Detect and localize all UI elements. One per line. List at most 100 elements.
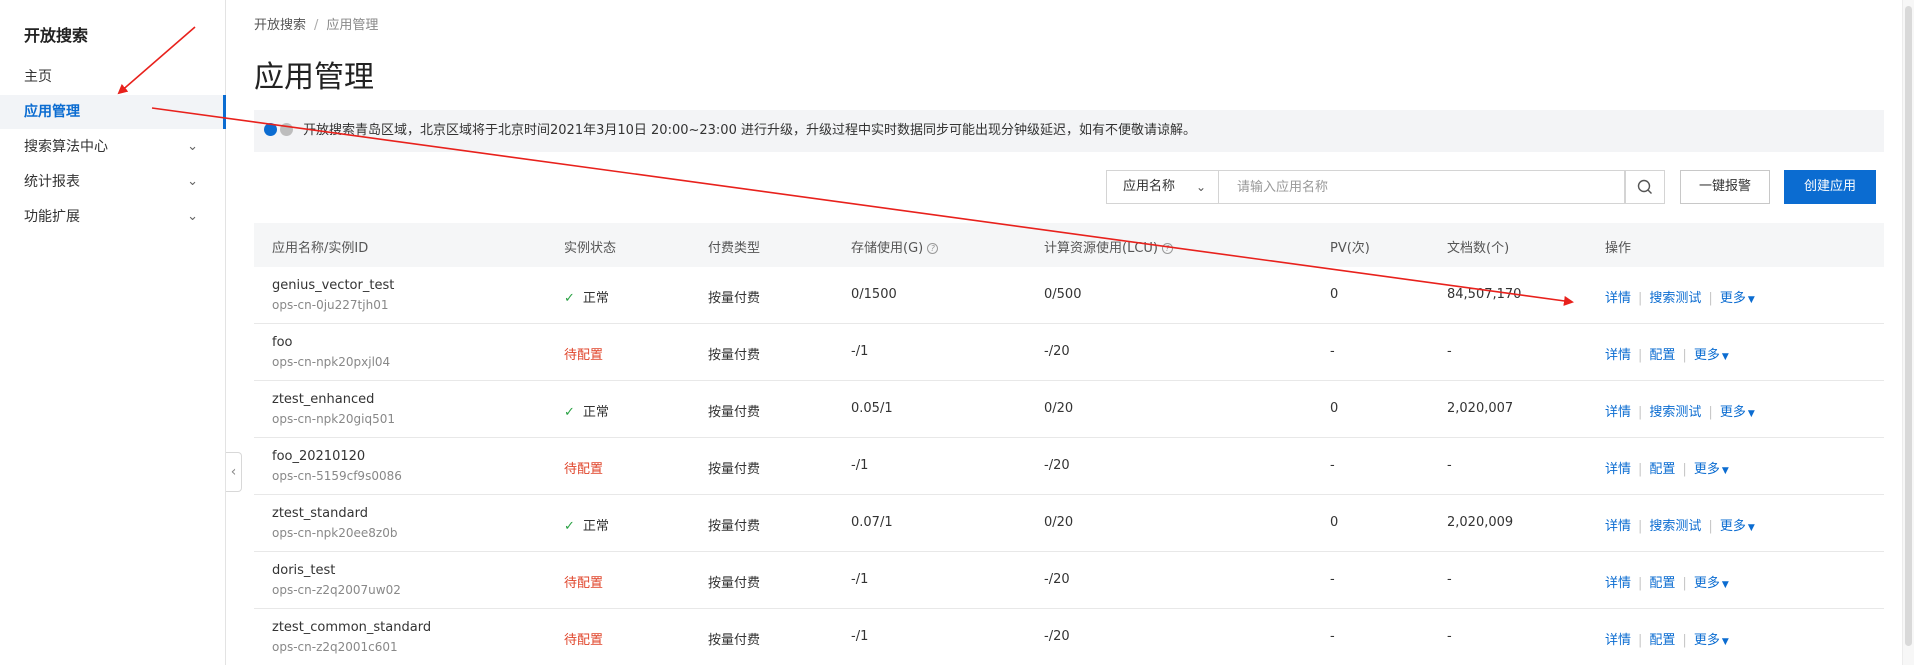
- breadcrumb-separator: /: [314, 18, 319, 33]
- action-separator: |: [1638, 576, 1643, 591]
- configure-link[interactable]: 配置: [1649, 576, 1675, 591]
- details-link[interactable]: 详情: [1605, 576, 1631, 591]
- storage-usage: -/1: [851, 344, 869, 359]
- row-actions: 详情 | 配置 | 更多 ▼: [1605, 572, 1729, 591]
- compute-usage: -/20: [1044, 344, 1070, 359]
- sidebar-item-label: 主页: [24, 69, 52, 85]
- help-icon[interactable]: ?: [927, 243, 939, 254]
- caret-down-icon: ▼: [1747, 523, 1755, 533]
- table-row: doris_test ops-cn-z2q2007uw02 待配置 按量付费 -/1 -/…: [254, 552, 1884, 609]
- carousel-dot-active[interactable]: [264, 123, 277, 136]
- caret-down-icon: ▼: [1747, 409, 1755, 419]
- compute-usage: 0/20: [1044, 401, 1074, 416]
- instance-id: ops-cn-npk20pxjl04: [272, 355, 391, 369]
- action-separator: |: [1708, 519, 1713, 534]
- more-dropdown[interactable]: 更多 ▼: [1694, 633, 1729, 648]
- help-icon[interactable]: ?: [1161, 243, 1173, 254]
- configure-link[interactable]: 配置: [1649, 462, 1675, 477]
- details-link-label: 详情: [1605, 405, 1632, 420]
- header-pv: PV(次): [1330, 241, 1370, 256]
- row-actions: 详情 | 搜索测试 | 更多 ▼: [1605, 287, 1755, 306]
- row-actions: 详情 | 配置 | 更多 ▼: [1605, 344, 1729, 363]
- details-link-label: 详情: [1605, 519, 1632, 534]
- action-separator: |: [1638, 462, 1643, 477]
- more-dropdown[interactable]: 更多 ▼: [1720, 519, 1755, 534]
- doc-count: -: [1447, 458, 1452, 473]
- search-test-link[interactable]: 搜索测试: [1649, 405, 1701, 420]
- search-test-link[interactable]: 搜索测试: [1649, 519, 1701, 534]
- breadcrumb: 开放搜索 / 应用管理: [254, 14, 378, 33]
- search-input[interactable]: [1219, 170, 1625, 204]
- details-link[interactable]: 详情: [1605, 291, 1631, 306]
- one-click-alarm-button[interactable]: 一键报警: [1680, 170, 1770, 204]
- page-scrollbar[interactable]: [1902, 0, 1914, 665]
- configure-link[interactable]: 配置: [1649, 348, 1675, 363]
- details-link[interactable]: 详情: [1605, 405, 1631, 420]
- action-separator: |: [1708, 291, 1713, 306]
- breadcrumb-root[interactable]: 开放搜索: [254, 18, 306, 33]
- search-field-select[interactable]: 应用名称 ⌄: [1106, 170, 1219, 204]
- compute-usage: 0/20: [1044, 515, 1074, 530]
- compute-usage: -/20: [1044, 572, 1070, 587]
- details-link[interactable]: 详情: [1605, 633, 1631, 648]
- details-link-label: 详情: [1605, 462, 1632, 477]
- more-dropdown[interactable]: 更多 ▼: [1694, 348, 1729, 363]
- sidebar-item-label: 统计报表: [24, 174, 80, 190]
- details-link[interactable]: 详情: [1605, 519, 1631, 534]
- status-badge: 待配置: [564, 629, 603, 648]
- sidebar-item[interactable]: 功能扩展 ⌄: [0, 200, 226, 234]
- check-icon: ✓: [564, 519, 575, 534]
- search-test-link[interactable]: 搜索测试: [1649, 291, 1701, 306]
- action-separator: |: [1638, 291, 1643, 306]
- more-dropdown-label: 更多: [1693, 576, 1720, 591]
- carousel-dot[interactable]: [280, 123, 293, 136]
- status-text: 正常: [582, 405, 609, 420]
- page-title: 应用管理: [254, 60, 374, 95]
- sidebar-brand: 开放搜索: [24, 26, 89, 45]
- sidebar-item-label: 搜索算法中心: [24, 139, 108, 155]
- status-badge: 待配置: [564, 458, 603, 477]
- action-separator: |: [1638, 633, 1643, 648]
- search-icon: [1637, 179, 1652, 194]
- app-name: ztest_common_standard: [272, 620, 432, 635]
- compute-usage: 0/500: [1044, 287, 1082, 302]
- details-link-label: 详情: [1605, 291, 1632, 306]
- more-dropdown[interactable]: 更多 ▼: [1720, 291, 1755, 306]
- details-link[interactable]: 详情: [1605, 348, 1631, 363]
- chevron-down-icon: ⌄: [187, 139, 198, 154]
- compute-usage: -/20: [1044, 629, 1070, 644]
- storage-usage: 0.07/1: [851, 515, 893, 530]
- configure-link[interactable]: 配置: [1649, 633, 1675, 648]
- instance-id: ops-cn-npk20giq501: [272, 412, 395, 426]
- status-text: 待配置: [564, 348, 604, 363]
- more-dropdown-label: 更多: [1719, 405, 1746, 420]
- search-button[interactable]: [1625, 170, 1665, 204]
- more-dropdown[interactable]: 更多 ▼: [1694, 576, 1729, 591]
- sidebar-item[interactable]: 主页: [0, 60, 226, 94]
- more-dropdown[interactable]: 更多 ▼: [1694, 462, 1729, 477]
- check-icon: ✓: [564, 291, 575, 306]
- status-text: 正常: [582, 519, 609, 534]
- instance-id: ops-cn-npk20ee8z0b: [272, 526, 398, 540]
- pv-count: 0: [1330, 515, 1339, 530]
- configure-link-label: 配置: [1649, 576, 1676, 591]
- chevron-down-icon: ⌄: [1195, 180, 1206, 194]
- sidebar-item[interactable]: 统计报表 ⌄: [0, 165, 226, 199]
- pv-count: 0: [1330, 287, 1339, 302]
- caret-down-icon: ▼: [1721, 637, 1729, 647]
- header-actions: 操作: [1605, 241, 1632, 256]
- more-dropdown[interactable]: 更多 ▼: [1720, 405, 1755, 420]
- create-app-button[interactable]: 创建应用: [1784, 170, 1876, 204]
- action-separator: |: [1682, 348, 1687, 363]
- sidebar-item[interactable]: 搜索算法中心 ⌄: [0, 130, 226, 164]
- table-row: ztest_common_standard ops-cn-z2q2001c601 待…: [254, 609, 1884, 665]
- details-link[interactable]: 详情: [1605, 462, 1631, 477]
- instance-id: ops-cn-5159cf9s0086: [272, 469, 402, 483]
- configure-link-label: 配置: [1649, 633, 1676, 648]
- status-text: 正常: [582, 291, 609, 306]
- sidebar-item[interactable]: 应用管理: [0, 95, 226, 129]
- doc-count: 2,020,007: [1447, 401, 1514, 416]
- page-scrollbar-thumb[interactable]: [1905, 6, 1912, 646]
- status-badge: ✓ 正常: [564, 401, 609, 420]
- doc-count: -: [1447, 344, 1452, 359]
